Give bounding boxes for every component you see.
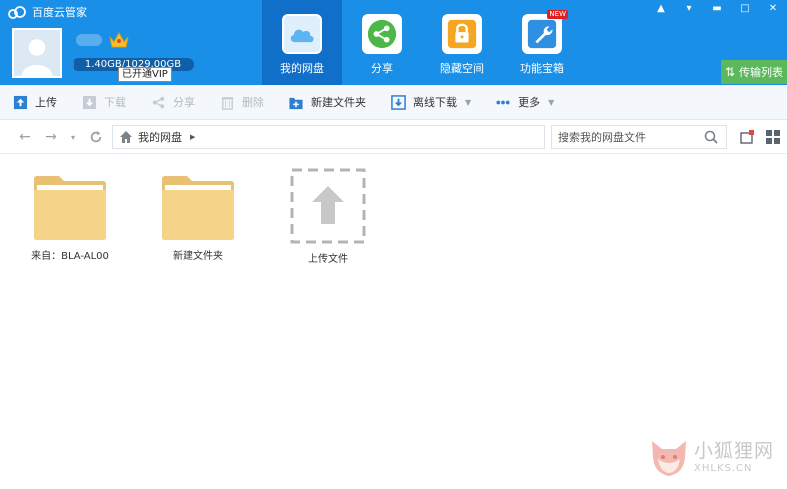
folder-item[interactable]: 来自：BLA-AL00 (20, 175, 120, 262)
nav-label-share: 分享 (371, 62, 393, 75)
upload-label: 上传 (35, 96, 57, 109)
top-header: 百度云管家 ▲ ▾ ▬ □ ✕ 1.40GB/1029.00GB 已开通VIP (0, 0, 787, 85)
chevron-down-icon[interactable]: ▼ (548, 98, 554, 107)
avatar[interactable] (12, 28, 62, 78)
share-button[interactable]: 分享 (138, 85, 207, 120)
close-button[interactable]: ✕ (759, 0, 787, 16)
download-icon (81, 94, 97, 110)
nav-item-toolbox[interactable]: NEW 功能宝箱 (502, 0, 582, 85)
new-folder-button[interactable]: 新建文件夹 (276, 85, 378, 120)
share-small-icon (150, 94, 166, 110)
breadcrumb[interactable]: 我的网盘 ▶ (112, 125, 545, 149)
trash-icon (219, 94, 235, 110)
watermark-text-en: XHLKS.CN (694, 463, 753, 474)
more-button[interactable]: 更多 ▼ (483, 85, 566, 120)
vip-crown-icon[interactable] (108, 30, 130, 50)
download-label: 下载 (104, 96, 126, 109)
search-input[interactable] (552, 127, 700, 147)
forward-arrow-icon[interactable]: → (42, 128, 60, 146)
share-icon (362, 14, 402, 54)
menu-dropdown-icon[interactable]: ▾ (675, 0, 703, 16)
file-name: 上传文件 (308, 254, 348, 265)
watermark-text-cn: 小狐狸网 (694, 440, 775, 462)
nav-item-share[interactable]: 分享 (342, 0, 422, 85)
file-name: 来自：BLA-AL00 (31, 251, 109, 262)
main-nav: 我的网盘 分享 隐藏空间 NEW 功能宝箱 (262, 0, 582, 85)
delete-button[interactable]: 删除 (207, 85, 276, 120)
nav-item-hidden-space[interactable]: 隐藏空间 (422, 0, 502, 85)
folder-icon (162, 176, 234, 240)
chevron-down-icon[interactable]: ▼ (465, 98, 471, 107)
watermark: 小狐狸网 XHLKS.CN (648, 437, 774, 479)
folder-item[interactable]: 新建文件夹 (148, 175, 248, 262)
upload-button[interactable]: 上传 (0, 85, 69, 120)
upload-file-item[interactable]: 上传文件 (278, 168, 378, 265)
vip-tooltip: 已开通VIP (118, 67, 172, 82)
search-icon[interactable] (704, 130, 718, 144)
new-folder-icon (288, 94, 304, 110)
nav-label-my-disk: 我的网盘 (280, 62, 324, 75)
nav-label-hidden-space: 隐藏空间 (440, 62, 484, 75)
history-dropdown-icon[interactable]: ▾ (64, 128, 82, 146)
app-title: 百度云管家 (32, 6, 87, 19)
offline-download-icon (390, 94, 406, 110)
nav-label-toolbox: 功能宝箱 (520, 62, 564, 75)
breadcrumb-item-my-disk[interactable]: 我的网盘 (138, 129, 182, 145)
upload-arrow-icon (290, 168, 366, 244)
search-box (551, 125, 727, 149)
more-dots-icon (495, 94, 511, 110)
skin-icon[interactable]: ▲ (647, 0, 675, 16)
window-controls: ▲ ▾ ▬ □ ✕ (647, 0, 787, 16)
home-icon[interactable] (119, 130, 133, 144)
share-label: 分享 (173, 96, 195, 109)
new-folder-label: 新建文件夹 (311, 96, 366, 109)
folder-icon (34, 176, 106, 240)
offline-download-button[interactable]: 离线下载 ▼ (378, 85, 483, 120)
new-badge: NEW (547, 10, 568, 19)
nav-item-my-disk[interactable]: 我的网盘 (262, 0, 342, 85)
default-user-icon (14, 30, 60, 76)
wrench-icon: NEW (522, 10, 568, 54)
thumbnail-view-icon[interactable] (740, 130, 754, 144)
download-button[interactable]: 下载 (69, 85, 138, 120)
lock-icon (442, 14, 482, 54)
file-name: 新建文件夹 (173, 251, 223, 262)
cloud-icon (282, 14, 322, 54)
breadcrumb-chevron-icon[interactable]: ▶ (190, 133, 195, 141)
more-label: 更多 (518, 96, 541, 109)
fox-logo-icon (652, 441, 686, 476)
refresh-icon[interactable] (87, 128, 105, 146)
transfer-list-button[interactable]: ⇅ 传输列表 (721, 60, 787, 84)
upload-icon (12, 94, 28, 110)
minimize-button[interactable]: ▬ (703, 0, 731, 16)
app-title-bar: 百度云管家 (8, 3, 87, 21)
baidu-cloud-logo-icon (8, 6, 26, 19)
back-arrow-icon[interactable]: ← (16, 128, 34, 146)
grid-view-icon[interactable] (766, 130, 780, 144)
address-bar: ← → ▾ 我的网盘 ▶ (0, 120, 787, 154)
delete-label: 删除 (242, 96, 264, 109)
maximize-button[interactable]: □ (731, 0, 759, 16)
toolbar: 上传 下载 分享 删除 新建文件夹 离线下载 ▼ 更多 ▼ (0, 85, 787, 120)
transfer-icon: ⇅ (724, 65, 736, 79)
offline-download-label: 离线下载 (413, 96, 457, 109)
transfer-list-label: 传输列表 (739, 66, 784, 79)
username-blurred (76, 34, 102, 46)
